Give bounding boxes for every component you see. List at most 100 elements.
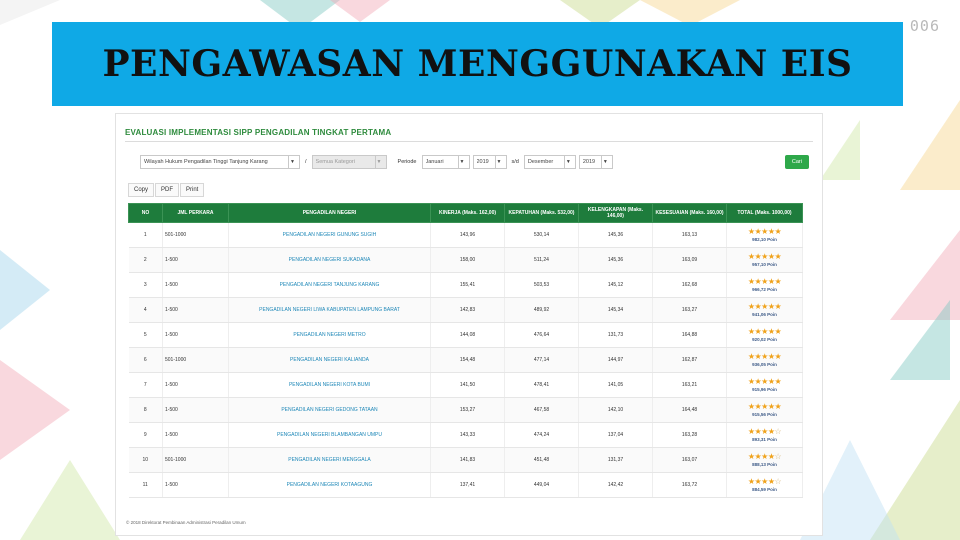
total-points: 957,10 Poin [752, 262, 777, 267]
cell-kepatuhan: 474,24 [504, 422, 579, 448]
table-row: 5 1-500 PENGADILAN NEGERI METRO 144,08 476,6… [128, 322, 803, 348]
cell-pengadilan[interactable]: PENGADILAN NEGERI KOTAAGUNG [228, 472, 431, 498]
eis-screenshot: EVALUASI IMPLEMENTASI SIPP PENGADILAN TI… [115, 113, 823, 536]
search-button[interactable]: Cari [784, 155, 809, 169]
cell-kepatuhan: 511,24 [504, 247, 579, 273]
cell-kelengkapan: 131,37 [578, 447, 653, 473]
cell-kesesuaian: 163,27 [652, 297, 727, 323]
cell-total: ★★★★☆ 884,59 Poin [726, 472, 803, 498]
total-points: 893,31 Poin [752, 437, 777, 442]
total-points: 941,06 Poin [752, 312, 777, 317]
copy-button[interactable]: Copy [128, 183, 155, 197]
cell-kelengkapan: 144,97 [578, 347, 653, 373]
table-row: 10 501-1000 PENGADILAN NEGERI MENGGALA 141,… [128, 447, 803, 473]
print-button[interactable]: Print [180, 183, 205, 197]
cell-jml-perkara: 1-500 [162, 422, 229, 448]
cell-kepatuhan: 477,14 [504, 347, 579, 373]
star-filled-icon: ★ [761, 352, 768, 361]
cell-pengadilan[interactable]: PENGADILAN NEGERI METRO [228, 322, 431, 348]
cell-kelengkapan: 145,36 [578, 247, 653, 273]
total-points: 920,02 Poin [752, 337, 777, 342]
evaluation-table: NO JML PERKARA PENGADILAN NEGERI KINERJA… [128, 203, 803, 498]
kategori-select[interactable]: Semua Kategori ▼ [311, 155, 387, 169]
star-rating: ★★★★☆ [729, 428, 800, 436]
star-filled-icon: ★ [767, 427, 775, 436]
slide-number: 006 [909, 17, 940, 35]
page-title: EVALUASI IMPLEMENTASI SIPP PENGADILAN TI… [125, 128, 392, 137]
decorative-triangle [0, 360, 70, 460]
star-empty-icon: ☆ [774, 427, 782, 436]
cell-no: 7 [128, 372, 163, 398]
total-points: 888,13 Poin [752, 462, 777, 467]
cell-pengadilan[interactable]: PENGADILAN NEGERI GUNUNG SUGIH [228, 222, 431, 248]
wilayah-select[interactable]: Wilayah Hukum Pengadilan Tinggi Tanjung … [140, 155, 300, 169]
col-total[interactable]: TOTAL (Maks. 1000,00) [726, 203, 803, 223]
star-rating: ★★★★★ [729, 253, 800, 261]
cell-pengadilan[interactable]: PENGADILAN NEGERI MENGGALA [228, 447, 431, 473]
star-filled-icon: ★ [767, 277, 775, 286]
col-no[interactable]: NO [128, 203, 163, 223]
bulan-awal-select[interactable]: Januari ▼ [421, 155, 470, 169]
col-kepatuhan[interactable]: KEPATUHAN (Maks. 532,00) [504, 203, 579, 223]
tahun-awal-value: 2019 [476, 159, 489, 165]
table-row: 6 501-1000 PENGADILAN NEGERI KALIANDA 154,4… [128, 347, 803, 373]
star-rating: ★★★★★ [729, 353, 800, 361]
cell-total: ★★★★★ 982,10 Poin [726, 222, 803, 248]
cell-no: 4 [128, 297, 163, 323]
cell-pengadilan[interactable]: PENGADILAN NEGERI LIWA KABUPATEN LAMPUNG… [228, 297, 431, 323]
divider [125, 141, 813, 142]
cell-kelengkapan: 137,04 [578, 422, 653, 448]
total-points: 915,96 Poin [752, 387, 777, 392]
slide-title-bar: PENGAWASAN MENGGUNAKAN EIS [52, 22, 903, 106]
col-jml-perkara[interactable]: JML PERKARA [162, 203, 229, 223]
cell-pengadilan[interactable]: PENGADILAN NEGERI KOTA BUMI [228, 372, 431, 398]
cell-pengadilan[interactable]: PENGADILAN NEGERI GEDONG TATAAN [228, 397, 431, 423]
cell-kinerja: 144,08 [430, 322, 505, 348]
cell-kinerja: 155,41 [430, 272, 505, 298]
cell-pengadilan[interactable]: PENGADILAN NEGERI SUKADANA [228, 247, 431, 273]
cell-kelengkapan: 145,34 [578, 297, 653, 323]
col-pengadilan[interactable]: PENGADILAN NEGERI [228, 203, 431, 223]
cell-kinerja: 153,27 [430, 397, 505, 423]
col-kesesuaian[interactable]: KESESUAIAN (Maks. 160,00) [652, 203, 727, 223]
cell-kesesuaian: 164,48 [652, 397, 727, 423]
cell-kinerja: 141,50 [430, 372, 505, 398]
periode-label: Periode [397, 159, 417, 165]
table-row: 2 1-500 PENGADILAN NEGERI SUKADANA 158,00 51… [128, 247, 803, 273]
total-points: 915,56 Poin [752, 412, 777, 417]
cell-pengadilan[interactable]: PENGADILAN NEGERI BLAMBANGAN UMPU [228, 422, 431, 448]
pdf-button[interactable]: PDF [155, 183, 180, 197]
tahun-awal-select[interactable]: 2019 ▼ [472, 155, 507, 169]
total-points: 982,10 Poin [752, 237, 777, 242]
col-kinerja[interactable]: KINERJA (Maks. 162,00) [430, 203, 505, 223]
cell-pengadilan[interactable]: PENGADILAN NEGERI TANJUNG KARANG [228, 272, 431, 298]
chevron-down-icon: ▼ [563, 156, 572, 168]
decorative-triangle [330, 0, 390, 22]
star-filled-icon: ★ [767, 377, 775, 386]
chevron-down-icon: ▼ [457, 156, 466, 168]
tahun-akhir-select[interactable]: 2019 ▼ [578, 155, 613, 169]
cell-kesesuaian: 163,21 [652, 372, 727, 398]
cell-kinerja: 143,96 [430, 222, 505, 248]
chevron-down-icon: ▼ [374, 156, 383, 168]
cell-kinerja: 141,83 [430, 447, 505, 473]
decorative-triangle [900, 100, 960, 190]
star-filled-icon: ★ [774, 377, 782, 386]
star-filled-icon: ★ [767, 452, 775, 461]
cell-pengadilan[interactable]: PENGADILAN NEGERI KALIANDA [228, 347, 431, 373]
cell-jml-perkara: 1-500 [162, 247, 229, 273]
cell-total: ★★★★☆ 888,13 Poin [726, 447, 803, 473]
cell-kesesuaian: 163,13 [652, 222, 727, 248]
star-rating: ★★★★★ [729, 303, 800, 311]
star-filled-icon: ★ [761, 277, 768, 286]
sd-label: s/d [511, 159, 519, 165]
cell-kesesuaian: 163,72 [652, 472, 727, 498]
cell-kepatuhan: 476,64 [504, 322, 579, 348]
bulan-akhir-select[interactable]: Desember ▼ [523, 155, 576, 169]
chevron-down-icon: ▼ [288, 156, 296, 168]
col-kelengkapan[interactable]: KELENGKAPAN (Maks. 146,00) [578, 203, 653, 223]
cell-kelengkapan: 141,05 [578, 372, 653, 398]
table-row: 7 1-500 PENGADILAN NEGERI KOTA BUMI 141,50 4… [128, 372, 803, 398]
cell-no: 11 [128, 472, 163, 498]
cell-kepatuhan: 467,58 [504, 397, 579, 423]
